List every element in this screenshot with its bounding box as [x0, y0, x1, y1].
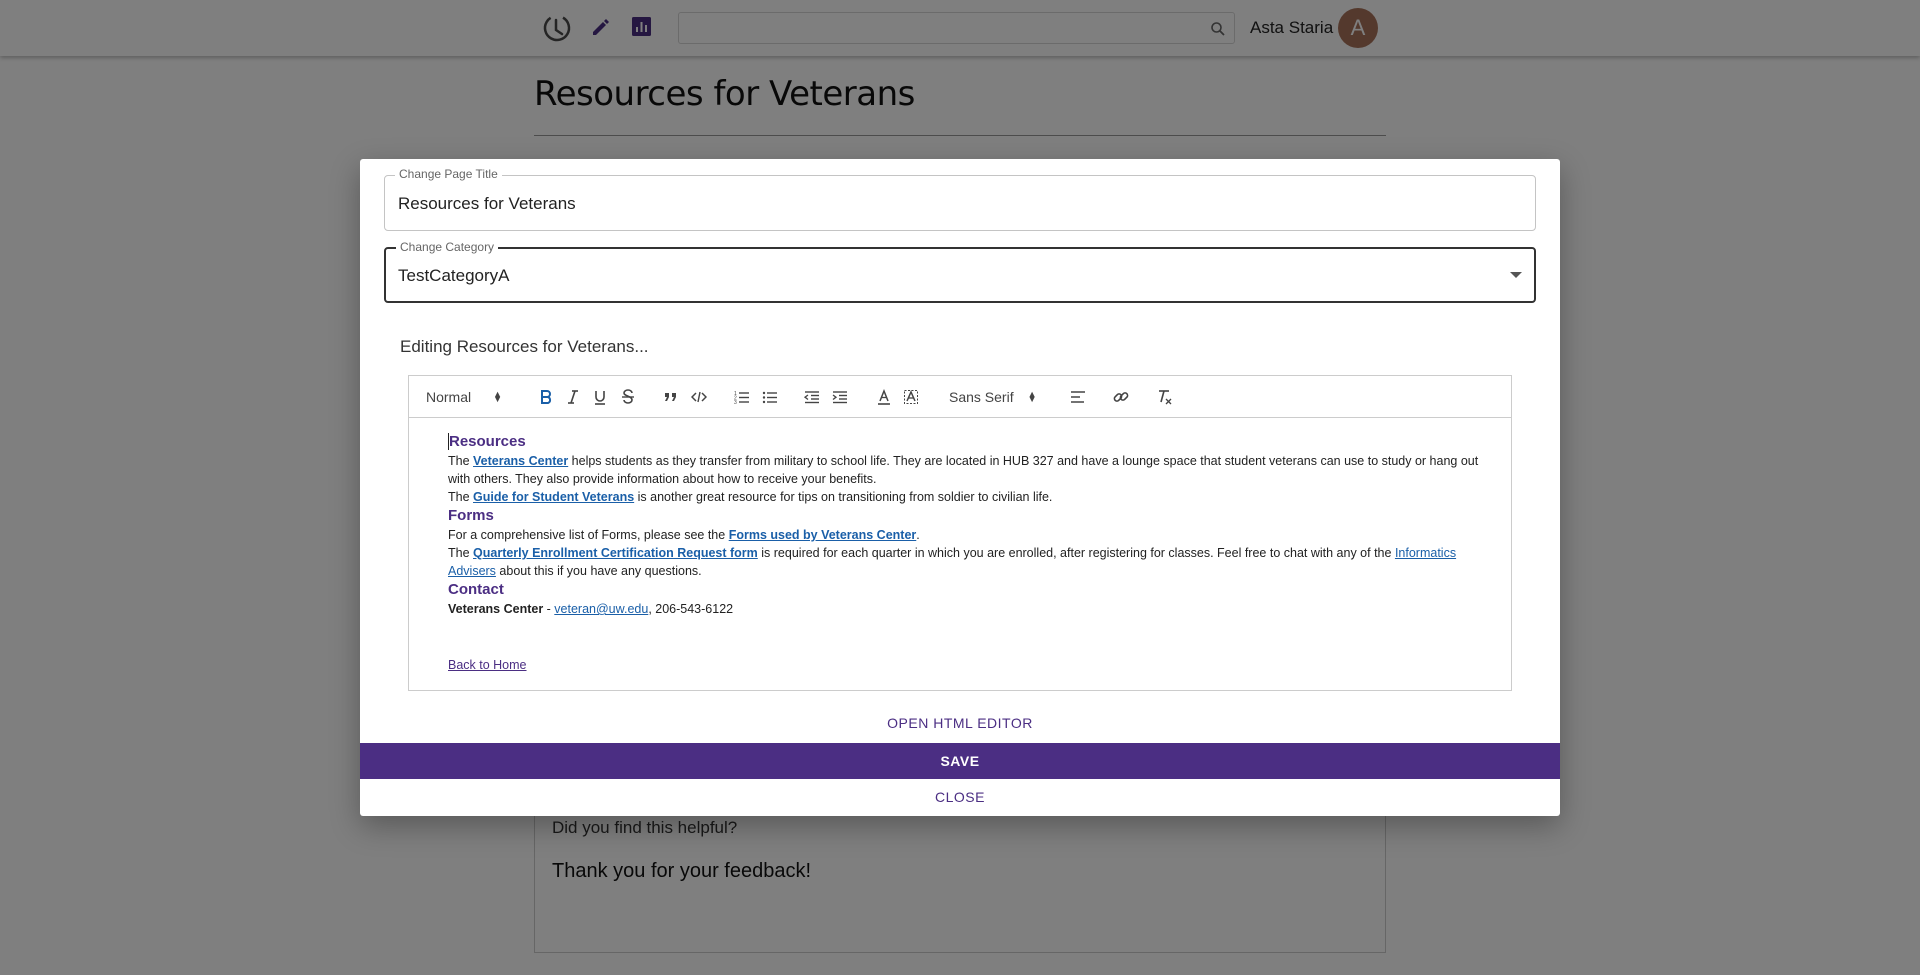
page-title-field-label: Change Page Title [395, 167, 502, 181]
italic-icon[interactable] [564, 388, 582, 406]
indent-icon[interactable] [831, 388, 849, 406]
link-icon[interactable] [1112, 388, 1130, 406]
bold-icon[interactable] [537, 388, 555, 406]
forms-link[interactable]: Forms used by Veterans Center [729, 528, 917, 542]
paragraph-forms-list: For a comprehensive list of Forms, pleas… [448, 528, 920, 542]
ordered-list-icon[interactable]: 123 [733, 388, 751, 406]
clear-format-icon[interactable] [1156, 388, 1174, 406]
format-select[interactable]: Normal ▲ ▼ [426, 388, 512, 406]
font-select[interactable]: Sans Serif ▲ ▼ [949, 388, 1049, 406]
page-title-input[interactable]: Resources for Veterans [398, 194, 576, 214]
editing-label: Editing Resources for Veterans... [400, 337, 649, 356]
heading-resources: Resources [448, 433, 526, 450]
format-select-value: Normal [426, 389, 472, 405]
paragraph-back: Back to Home [448, 656, 1488, 674]
paragraph-quarterly: The Quarterly Enrollment Certification R… [448, 546, 1457, 578]
text-color-icon[interactable] [875, 388, 893, 406]
edit-page-dialog: Change Page Title Resources for Veterans… [360, 159, 1560, 816]
page-title-field[interactable]: Change Page Title Resources for Veterans [384, 167, 1536, 231]
guide-link[interactable]: Guide for Student Veterans [473, 490, 634, 504]
paragraph-guide: The Guide for Student Veterans is anothe… [448, 490, 1053, 504]
back-to-home-link[interactable]: Back to Home [448, 658, 527, 672]
strikethrough-icon[interactable] [619, 388, 637, 406]
underline-icon[interactable] [591, 388, 609, 406]
quarterly-form-link[interactable]: Quarterly Enrollment Certification Reque… [473, 546, 758, 560]
open-html-editor-button[interactable]: OPEN HTML EDITOR [360, 715, 1560, 731]
heading-contact: Contact [448, 581, 504, 598]
close-button[interactable]: CLOSE [360, 781, 1560, 813]
align-left-icon[interactable] [1069, 388, 1087, 406]
veterans-center-link[interactable]: Veterans Center [473, 454, 568, 468]
category-select[interactable]: Change Category TestCategoryA [384, 240, 1536, 303]
background-color-icon[interactable] [902, 388, 920, 406]
category-value[interactable]: TestCategoryA [398, 266, 510, 286]
email-link[interactable]: veteran@uw.edu [554, 602, 648, 616]
chevron-down-icon[interactable] [1510, 272, 1522, 278]
code-block-icon[interactable] [690, 388, 708, 406]
blockquote-icon[interactable] [662, 388, 680, 406]
editor-content[interactable]: Resources The Veterans Center helps stud… [448, 432, 1488, 674]
heading-forms: Forms [448, 507, 494, 524]
category-field-label: Change Category [396, 240, 499, 254]
paragraph-contact: Veterans Center - veteran@uw.edu, 206-54… [448, 602, 734, 616]
paragraph-veterans-center: The Veterans Center helps students as th… [448, 454, 1479, 486]
editor-toolbar: Normal ▲ ▼ 123 Sans Serif ▲ ▼ [409, 376, 1511, 418]
font-select-value: Sans Serif [949, 389, 1014, 405]
rich-text-editor: Normal ▲ ▼ 123 Sans Serif ▲ ▼ Resources … [408, 375, 1512, 691]
outdent-icon[interactable] [803, 388, 821, 406]
svg-text:3: 3 [734, 400, 737, 404]
bullet-list-icon[interactable] [761, 388, 779, 406]
save-button[interactable]: SAVE [360, 743, 1560, 779]
